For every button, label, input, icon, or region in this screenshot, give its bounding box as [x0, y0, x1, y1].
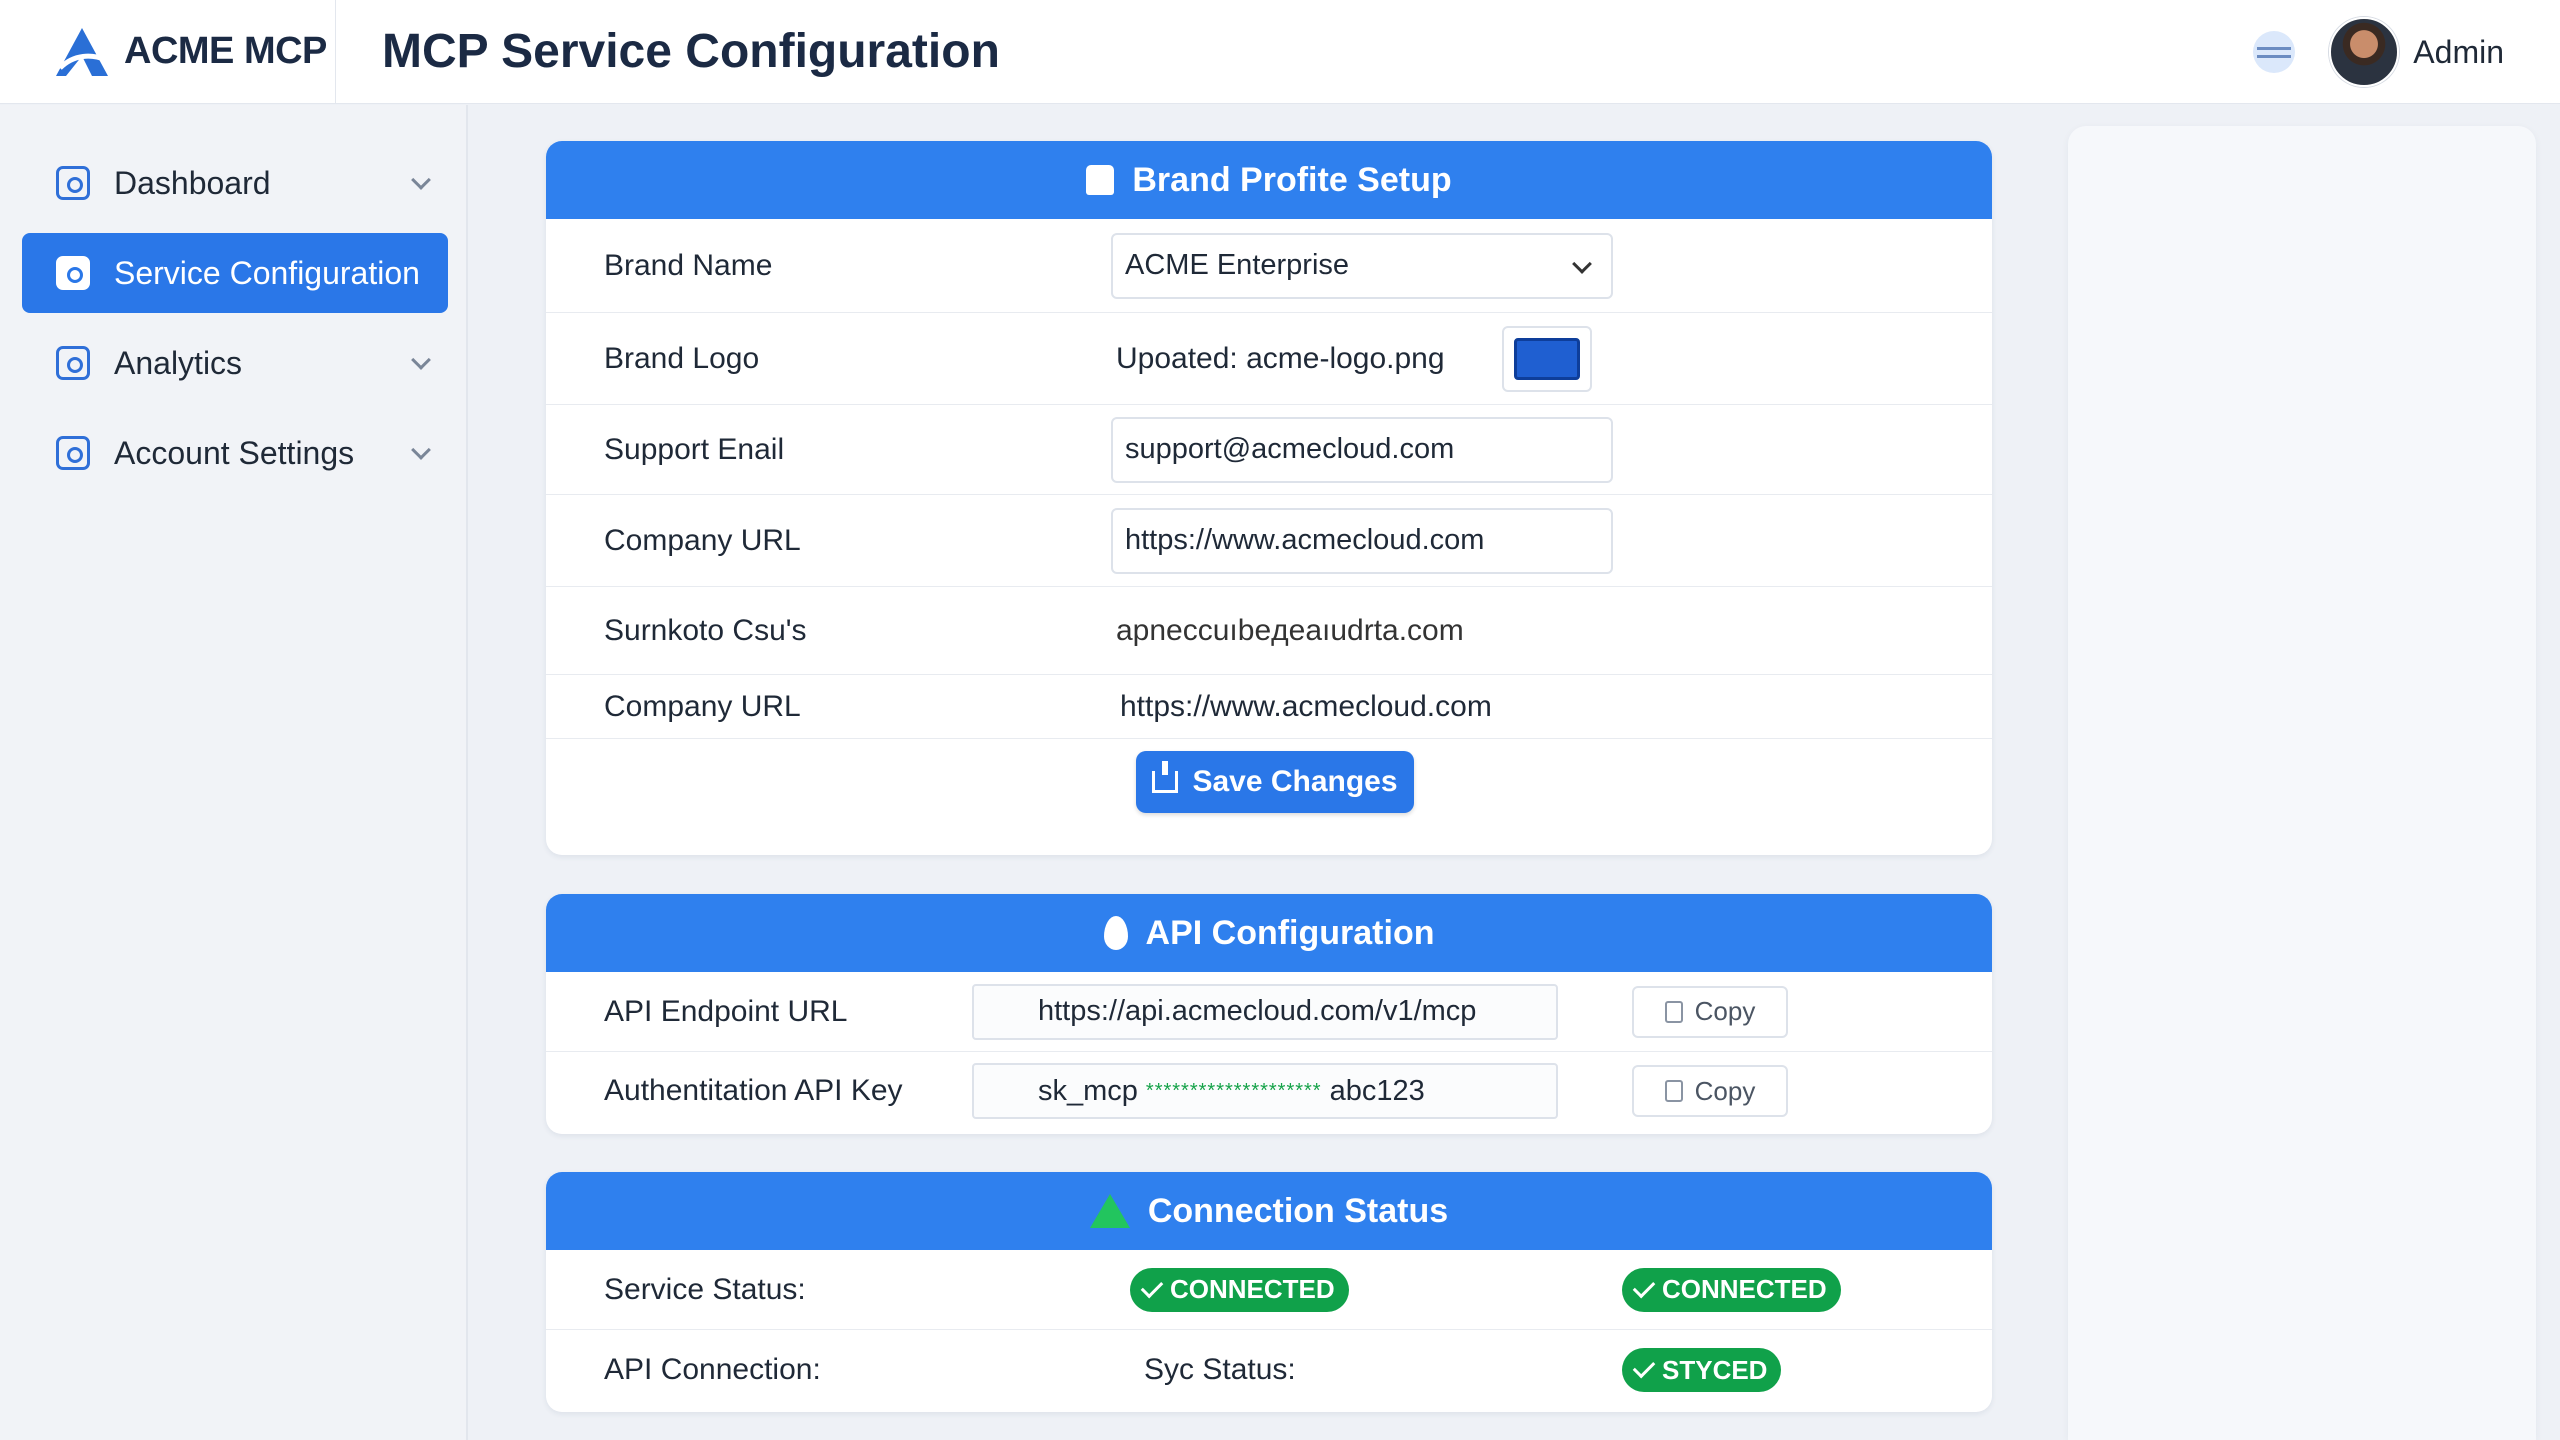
api-key-field[interactable]: sk_mcp ******************** abc123	[972, 1063, 1558, 1119]
card-title: Brand Profite Setup	[1132, 160, 1452, 199]
avatar[interactable]	[2329, 17, 2400, 87]
copy-key-button[interactable]: Copy	[1632, 1065, 1788, 1117]
sync-status-label: Syc Status:	[1144, 1353, 1296, 1386]
check-icon	[1632, 1355, 1656, 1379]
logo-image-icon	[1514, 337, 1580, 380]
brand-icon	[1086, 165, 1115, 195]
company-url-label-2: Company URL	[604, 689, 801, 723]
status-badge: CONNECTED	[1130, 1267, 1349, 1312]
right-panel	[2068, 126, 2536, 1440]
page-title: MCP Service Configuration	[382, 25, 1000, 78]
company-url-row-2: Company URL https://www.acmecloud.com	[546, 675, 1992, 739]
company-url-row: Company URL https://www.acmecloud.com	[546, 495, 1992, 587]
analytics-icon	[56, 346, 90, 380]
service-status-label: Service Status:	[604, 1272, 806, 1306]
support-email-field[interactable]: support@acmecloud.com	[1111, 416, 1613, 483]
sidebar-item-label: Analytics	[114, 344, 243, 381]
copy-icon	[1664, 1000, 1683, 1023]
chevron-down-icon[interactable]	[411, 170, 431, 190]
api-key-mask: ********************	[1145, 1079, 1322, 1102]
api-key-suffix: abc123	[1329, 1074, 1425, 1107]
service-status-row: Service Status: CONNECTED CONNECTED	[546, 1250, 1992, 1330]
top-bar: ACME MCP MCP Service Configuration Admin	[0, 0, 2560, 104]
save-row: Save Changes	[546, 739, 1992, 849]
brand-profile-card: Brand Profite Setup Brand Name ACME Ente…	[546, 141, 1992, 855]
check-icon	[1632, 1275, 1656, 1298]
garbled-value: apneccuıbeдeaıudrta.com	[1116, 613, 1464, 647]
support-email-label: Support Enail	[604, 432, 785, 466]
status-badge: STYCED	[1622, 1348, 1782, 1392]
api-endpoint-field[interactable]: https://api.acmecloud.com/v1/mcp	[972, 983, 1558, 1040]
garbled-row: Surnkoto Csu's apneccuıbeдeaıudrta.com	[546, 587, 1992, 675]
brand[interactable]: ACME MCP	[0, 0, 336, 103]
user-area: Admin	[2253, 0, 2504, 104]
api-key-prefix: sk_mcp	[1038, 1074, 1138, 1107]
sidebar-item-label: Account Settings	[114, 434, 355, 471]
card-title: Connection Status	[1147, 1191, 1449, 1230]
connection-status-header: Connection Status	[546, 1172, 1992, 1250]
card-title: API Configuration	[1145, 913, 1435, 952]
check-icon	[1140, 1275, 1164, 1298]
brand-logo-label: Brand Logo	[604, 341, 760, 375]
brand-logo-status: Upoated: acme-logo.png	[1116, 341, 1445, 375]
sidebar: Dashboard Service Configuration Analytic…	[0, 105, 468, 1440]
api-config-header: API Configuration	[546, 894, 1992, 972]
save-button-label: Save Changes	[1192, 765, 1398, 798]
chevron-down-icon	[1572, 253, 1592, 274]
api-endpoint-row: API Endpoint URL https://api.acmecloud.c…	[546, 972, 1992, 1052]
api-key-label: Authentitation API Key	[604, 1074, 903, 1107]
support-email-value: support@acmecloud.com	[1125, 433, 1455, 465]
api-icon	[1103, 916, 1128, 950]
brand-name-row: Brand Name ACME Enterprise	[546, 219, 1992, 313]
copy-icon	[1664, 1080, 1683, 1102]
brand-name-select[interactable]: ACME Enterprise	[1111, 232, 1613, 299]
save-button[interactable]: Save Changes	[1136, 751, 1414, 813]
service-config-icon	[56, 256, 90, 290]
badge-label: CONNECTED	[1170, 1274, 1335, 1304]
sidebar-item-analytics[interactable]: Analytics	[22, 323, 448, 403]
api-key-row: Authentitation API Key sk_mcp **********…	[546, 1052, 1992, 1130]
api-endpoint-label: API Endpoint URL	[604, 994, 848, 1028]
api-endpoint-value: https://api.acmecloud.com/v1/mcp	[1038, 995, 1477, 1027]
chevron-down-icon[interactable]	[411, 350, 431, 370]
connection-status-card: Connection Status Service Status: CONNEC…	[546, 1172, 1992, 1412]
api-config-card: API Configuration API Endpoint URL https…	[546, 894, 1992, 1134]
company-url-value: https://www.acmecloud.com	[1125, 524, 1485, 556]
api-connection-label: API Connection:	[604, 1353, 821, 1386]
dashboard-icon	[56, 166, 90, 200]
globe-icon[interactable]	[2253, 31, 2296, 73]
sidebar-item-label: Dashboard	[114, 164, 271, 201]
brand-name-value: ACME Enterprise	[1125, 249, 1350, 281]
user-name[interactable]: Admin	[2413, 34, 2504, 71]
account-settings-icon	[56, 436, 90, 470]
status-badge: CONNECTED	[1622, 1267, 1841, 1312]
sidebar-item-service-configuration[interactable]: Service Configuration	[22, 233, 448, 313]
support-email-row: Support Enail support@acmecloud.com	[546, 405, 1992, 495]
api-connection-row: API Connection: Syc Status: STYCED	[546, 1330, 1992, 1410]
company-url-value-2: https://www.acmecloud.com	[1120, 689, 1492, 723]
status-icon	[1089, 1194, 1130, 1228]
badge-label: STYCED	[1662, 1354, 1768, 1385]
badge-label: CONNECTED	[1662, 1274, 1827, 1304]
company-url-label: Company URL	[604, 523, 801, 557]
company-url-field[interactable]: https://www.acmecloud.com	[1111, 507, 1613, 574]
brand-name: ACME MCP	[124, 30, 327, 72]
brand-name-label: Brand Name	[604, 248, 773, 282]
logo-thumbnail[interactable]	[1502, 325, 1592, 392]
brand-profile-header: Brand Profite Setup	[546, 141, 1992, 219]
copy-label: Copy	[1694, 1075, 1756, 1106]
brand-logo-row: Brand Logo Upoated: acme-logo.png	[546, 313, 1992, 405]
acme-logo-icon	[56, 27, 108, 76]
copy-label: Copy	[1694, 996, 1756, 1026]
upload-icon	[1152, 761, 1179, 793]
copy-endpoint-button[interactable]: Copy	[1632, 985, 1788, 1038]
chevron-down-icon[interactable]	[411, 440, 431, 460]
garbled-label: Surnkoto Csu's	[604, 613, 807, 647]
sidebar-item-dashboard[interactable]: Dashboard	[22, 143, 448, 223]
sidebar-item-account-settings[interactable]: Account Settings	[22, 413, 448, 493]
sidebar-item-label: Service Configuration	[114, 254, 420, 291]
